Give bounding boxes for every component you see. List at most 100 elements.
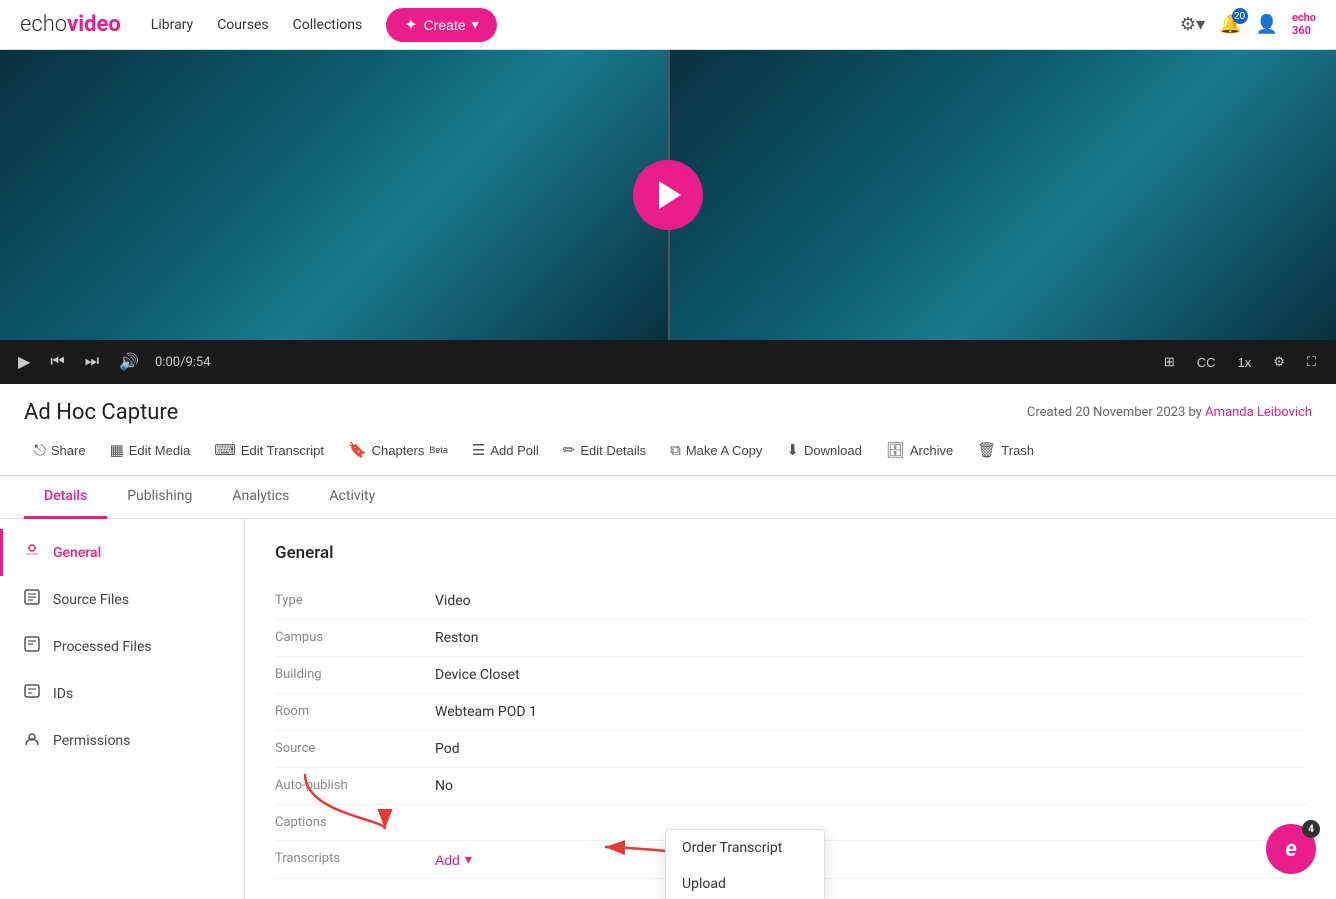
add-poll-icon: ☰: [472, 441, 485, 459]
nav-courses[interactable]: Courses: [217, 17, 268, 33]
nav-icons: ⚙▾ 🔔 20 👤 echo 360: [1180, 12, 1316, 36]
notification-badge: 20: [1232, 8, 1248, 24]
speed-button[interactable]: 1x: [1232, 353, 1258, 372]
settings-video-button[interactable]: ⚙: [1267, 352, 1291, 372]
play-button-overlay[interactable]: [633, 160, 703, 230]
logo-video-text: video: [67, 12, 121, 37]
chapters-badge: Beta: [429, 445, 448, 455]
create-button[interactable]: ✦ Create ▾: [386, 8, 496, 42]
video-controls-bar: ▶ ⏮ ⏭ 🔊 0:00/9:54 ⊞ CC 1x ⚙ ⛶: [0, 340, 1336, 384]
trash-label: Trash: [1001, 443, 1034, 458]
field-label-campus: Campus: [275, 630, 435, 645]
sidebar-general-label: General: [53, 545, 101, 561]
sidebar-ids-label: IDs: [53, 686, 73, 702]
volume-button[interactable]: 🔊: [115, 348, 143, 376]
make-copy-button[interactable]: ⧉ Make A Copy: [660, 436, 772, 465]
tab-publishing[interactable]: Publishing: [107, 476, 212, 519]
fullscreen-button[interactable]: ⛶: [1301, 352, 1322, 372]
content-tabs: Details Publishing Analytics Activity: [0, 476, 1336, 519]
make-copy-label: Make A Copy: [686, 443, 763, 458]
sidebar-item-processed-files[interactable]: Processed Files: [0, 623, 244, 670]
permissions-icon: [23, 729, 41, 752]
settings-chevron: ▾: [1196, 14, 1205, 34]
trash-button[interactable]: 🗑 Trash: [967, 435, 1044, 465]
share-button[interactable]: ⎋ Share: [24, 436, 96, 465]
sidebar-item-permissions[interactable]: Permissions: [0, 717, 244, 764]
share-icon: ⎋: [34, 442, 46, 459]
nav-library[interactable]: Library: [151, 17, 193, 33]
controls-right: ⊞ CC 1x ⚙ ⛶: [1158, 352, 1322, 372]
edit-details-icon: ✏: [563, 441, 576, 459]
play-pause-button[interactable]: ▶: [14, 348, 34, 376]
action-toolbar: ⎋ Share ▦ Edit Media ⌨ Edit Transcript 🔖…: [0, 425, 1336, 476]
field-value-building: Device Closet: [435, 667, 520, 683]
sidebar-source-files-label: Source Files: [53, 592, 129, 608]
tab-analytics[interactable]: Analytics: [212, 476, 309, 519]
download-button[interactable]: ⬇ Download: [776, 435, 871, 465]
creator-link[interactable]: Amanda Leibovich: [1205, 405, 1312, 420]
notifications-button[interactable]: 🔔 20: [1219, 14, 1241, 35]
dropdown-item-upload[interactable]: Upload: [666, 866, 824, 899]
field-room: Room Webteam POD 1: [275, 694, 1306, 731]
settings-button[interactable]: ⚙▾: [1180, 14, 1205, 35]
field-building: Building Device Closet: [275, 657, 1306, 694]
field-value-source: Pod: [435, 741, 460, 757]
ids-icon: [23, 682, 41, 705]
field-label-autopublish: Auto-publish: [275, 778, 435, 793]
video-left-panel: [0, 50, 668, 340]
logo[interactable]: echovideo: [20, 12, 121, 37]
field-label-room: Room: [275, 704, 435, 719]
nav-collections[interactable]: Collections: [293, 17, 363, 33]
sidebar-item-ids[interactable]: IDs: [0, 670, 244, 717]
sidebar-item-source-files[interactable]: Source Files: [0, 576, 244, 623]
echo-fab-button[interactable]: e 4: [1266, 824, 1316, 874]
tab-details[interactable]: Details: [24, 476, 107, 519]
edit-details-label: Edit Details: [580, 443, 646, 458]
add-transcript-button[interactable]: Add ▾: [435, 851, 472, 868]
field-label-type: Type: [275, 593, 435, 608]
field-autopublish: Auto-publish No: [275, 768, 1306, 805]
edit-transcript-button[interactable]: ⌨ Edit Transcript: [204, 435, 334, 465]
edit-details-button[interactable]: ✏ Edit Details: [553, 435, 656, 465]
top-navigation: echovideo Library Courses Collections ✦ …: [0, 0, 1336, 50]
created-info-text: Created 20 November 2023 by: [1027, 405, 1202, 420]
add-poll-button[interactable]: ☰ Add Poll: [462, 435, 549, 465]
chapters-label: Chapters: [372, 443, 425, 458]
echo-fab-badge: 4: [1302, 820, 1320, 838]
user-button[interactable]: 👤: [1256, 14, 1278, 35]
field-source: Source Pod: [275, 731, 1306, 768]
rewind-button[interactable]: ⏮: [46, 349, 68, 375]
title-area: Ad Hoc Capture Created 20 November 2023 …: [0, 384, 1336, 425]
field-label-building: Building: [275, 667, 435, 682]
chapters-button[interactable]: 🔖 Chapters Beta: [338, 435, 458, 465]
section-title: General: [275, 543, 1306, 563]
tab-activity[interactable]: Activity: [309, 476, 395, 519]
forward-button[interactable]: ⏭: [81, 349, 103, 375]
transcript-dropdown: Order Transcript Upload: [665, 829, 825, 899]
sidebar-item-general[interactable]: General: [0, 529, 244, 576]
echo360-logo: echo 360: [1292, 12, 1316, 36]
general-icon: [23, 541, 41, 564]
archive-label: Archive: [910, 443, 953, 458]
make-copy-icon: ⧉: [670, 442, 681, 459]
edit-media-icon: ▦: [110, 441, 124, 459]
trash-icon: 🗑: [977, 441, 996, 459]
dropdown-item-order-transcript[interactable]: Order Transcript: [666, 830, 824, 866]
archive-button[interactable]: 🗄 Archive: [876, 435, 963, 465]
caption-button[interactable]: CC: [1191, 353, 1222, 372]
field-value-room: Webteam POD 1: [435, 704, 537, 720]
field-value-campus: Reston: [435, 630, 478, 646]
field-value-autopublish: No: [435, 778, 453, 794]
created-info: Created 20 November 2023 by Amanda Leibo…: [1027, 405, 1312, 420]
edit-media-button[interactable]: ▦ Edit Media: [100, 435, 201, 465]
share-label: Share: [51, 443, 86, 458]
play-icon: [659, 181, 681, 209]
add-transcript-chevron: ▾: [465, 851, 472, 868]
field-value-transcripts: Add ▾: [435, 851, 472, 868]
grid-view-button[interactable]: ⊞: [1158, 352, 1181, 372]
video-title: Ad Hoc Capture: [24, 400, 178, 425]
sidebar-permissions-label: Permissions: [53, 733, 130, 749]
video-right-panel: [668, 50, 1336, 340]
chapters-icon: 🔖: [348, 441, 367, 459]
edit-transcript-label: Edit Transcript: [241, 443, 324, 458]
